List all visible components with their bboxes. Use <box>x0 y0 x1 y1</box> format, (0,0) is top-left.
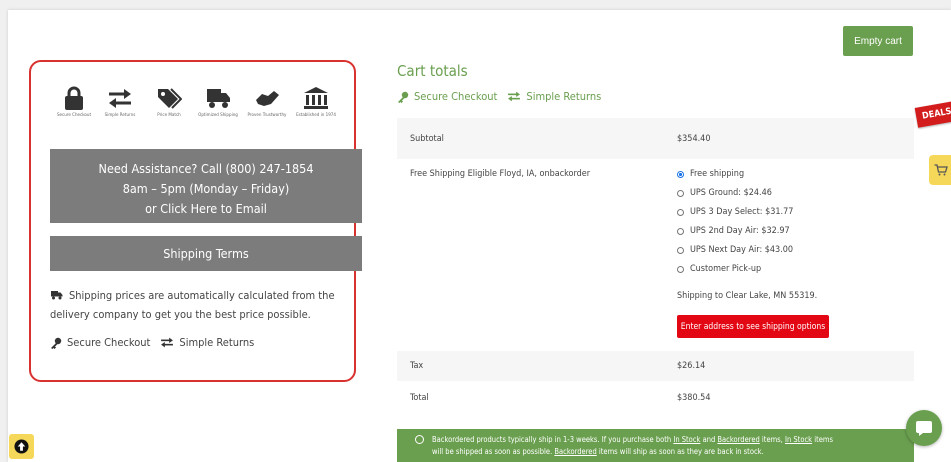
option-label: Customer Pick-up <box>690 264 762 274</box>
truck-icon <box>51 291 63 300</box>
option-label: Free shipping <box>690 169 745 179</box>
scroll-to-top-button[interactable] <box>9 434 34 459</box>
cart-icon <box>934 164 948 176</box>
option-label: UPS Ground: $24.46 <box>690 188 772 198</box>
notice-text: items, <box>759 435 785 444</box>
key-icon <box>51 337 62 349</box>
feature-secure-checkout: Secure Checkout <box>50 86 98 118</box>
radio-button[interactable] <box>677 170 684 178</box>
arrow-up-circle-icon <box>14 439 29 454</box>
price-tag-icon <box>158 88 182 109</box>
total-label: Total <box>410 393 429 403</box>
feature-proven-trustworthy: Proven Trustworthy <box>243 86 291 118</box>
secure-checkout-label: Secure Checkout <box>67 336 151 349</box>
feature-label: Secure Checkout <box>56 113 92 118</box>
shipping-option-free[interactable]: Free shipping <box>677 169 744 179</box>
lock-icon <box>65 86 83 110</box>
arrows-icon <box>508 91 521 102</box>
shipping-option-ups-next-day[interactable]: UPS Next Day Air: $43.00 <box>677 245 793 255</box>
shipping-note: Shipping prices are automatically calcul… <box>50 286 350 324</box>
feature-price-match: Price Match <box>145 86 193 118</box>
tax-row: Tax $26.14 <box>397 351 914 381</box>
shipping-terms-button[interactable]: Shipping Terms <box>50 236 362 271</box>
arrows-icon <box>161 337 174 348</box>
notice-text: and <box>700 435 718 444</box>
notice-text: items <box>812 435 833 444</box>
side-cart-button[interactable] <box>929 155 951 185</box>
bank-icon <box>304 87 328 109</box>
chat-button[interactable] <box>906 410 942 446</box>
radio-button[interactable] <box>677 246 684 254</box>
tax-value: $26.14 <box>677 361 706 371</box>
email-link[interactable]: or Click Here to Email <box>50 199 362 219</box>
in-stock-link[interactable]: In Stock <box>785 435 812 444</box>
notice-text: items will ship as soon as they are back… <box>596 447 764 456</box>
shipping-label: Free Shipping Eligible Floyd, IA, onback… <box>410 169 591 179</box>
feature-established: Established in 1974 <box>292 86 340 118</box>
shipping-option-ups-ground[interactable]: UPS Ground: $24.46 <box>677 188 772 198</box>
assistance-line-1: Need Assistance? Call (800) 247-1854 <box>98 161 314 176</box>
feature-label: Price Match <box>157 113 181 118</box>
arrows-icon <box>109 89 131 108</box>
total-value: $380.54 <box>677 393 711 403</box>
chat-bubble-icon <box>916 421 932 436</box>
feature-optimized-shipping: Optimized Shipping <box>194 86 242 118</box>
truck-icon <box>207 89 230 108</box>
enter-address-button[interactable]: Enter address to see shipping options <box>677 315 829 338</box>
shipping-note-text: Shipping prices are automatically calcul… <box>50 289 335 321</box>
simple-returns-label: Simple Returns <box>179 336 255 349</box>
feature-label: Established in 1974 <box>296 113 336 118</box>
handshake-icon <box>256 91 279 106</box>
secure-returns-row: Secure Checkout Simple Returns <box>50 336 254 349</box>
notice-line-2: will be shipped as soon as possible. Bac… <box>432 446 904 458</box>
backordered-link[interactable]: Backordered <box>554 447 596 456</box>
shipping-row: Free Shipping Eligible Floyd, IA, onback… <box>397 159 914 351</box>
shipping-option-pickup[interactable]: Customer Pick-up <box>677 264 761 274</box>
radio-button[interactable] <box>677 189 684 197</box>
notice-text: Backordered products typically ship in 1… <box>432 435 674 444</box>
feature-simple-returns: Simple Returns <box>96 86 144 118</box>
option-label: UPS 2nd Day Air: $32.97 <box>690 226 790 236</box>
radio-button[interactable] <box>677 208 684 216</box>
feature-label: Optimized Shipping <box>198 113 238 118</box>
radio-button[interactable] <box>677 265 684 273</box>
subtotal-label: Subtotal <box>410 134 444 144</box>
shipping-destination: Shipping to Clear Lake, MN 55319. <box>677 291 818 301</box>
feature-icons-row: Secure Checkout Simple Returns Price Mat… <box>50 86 340 136</box>
empty-cart-button[interactable]: Empty cart <box>843 26 913 56</box>
call-assistance-button[interactable]: Need Assistance? Call (800) 247-1854 8am… <box>50 149 362 223</box>
key-icon <box>398 91 409 103</box>
subtotal-row: Subtotal $354.40 <box>397 118 914 159</box>
notice-text: will be shipped as soon as possible. <box>432 447 555 456</box>
secure-checkout-label: Secure Checkout <box>414 90 498 103</box>
notice-line-1: Backordered products typically ship in 1… <box>432 434 904 446</box>
simple-returns-label: Simple Returns <box>526 90 602 103</box>
in-stock-link[interactable]: In Stock <box>673 435 700 444</box>
subtotal-value: $354.40 <box>677 134 711 144</box>
secure-returns-top: Secure Checkout Simple Returns <box>397 90 601 103</box>
shipping-option-ups-3-day[interactable]: UPS 3 Day Select: $31.77 <box>677 207 793 217</box>
cart-totals-table: Subtotal $354.40 Free Shipping Eligible … <box>397 118 914 416</box>
backordered-link[interactable]: Backordered <box>717 435 759 444</box>
tax-label: Tax <box>410 361 424 371</box>
assistance-line-2: 8am – 5pm (Monday – Friday) <box>122 181 290 196</box>
option-label: UPS Next Day Air: $43.00 <box>690 245 794 255</box>
total-row: Total $380.54 <box>397 381 914 416</box>
feature-label: Simple Returns <box>104 113 136 118</box>
check-circle-icon <box>415 435 424 444</box>
feature-label: Proven Trustworthy <box>247 113 287 118</box>
radio-button[interactable] <box>677 227 684 235</box>
shipping-option-ups-2nd-day[interactable]: UPS 2nd Day Air: $32.97 <box>677 226 790 236</box>
cart-totals-title: Cart totals <box>397 62 468 80</box>
option-label: UPS 3 Day Select: $31.77 <box>690 207 794 217</box>
backorder-notice: Backordered products typically ship in 1… <box>397 429 914 462</box>
